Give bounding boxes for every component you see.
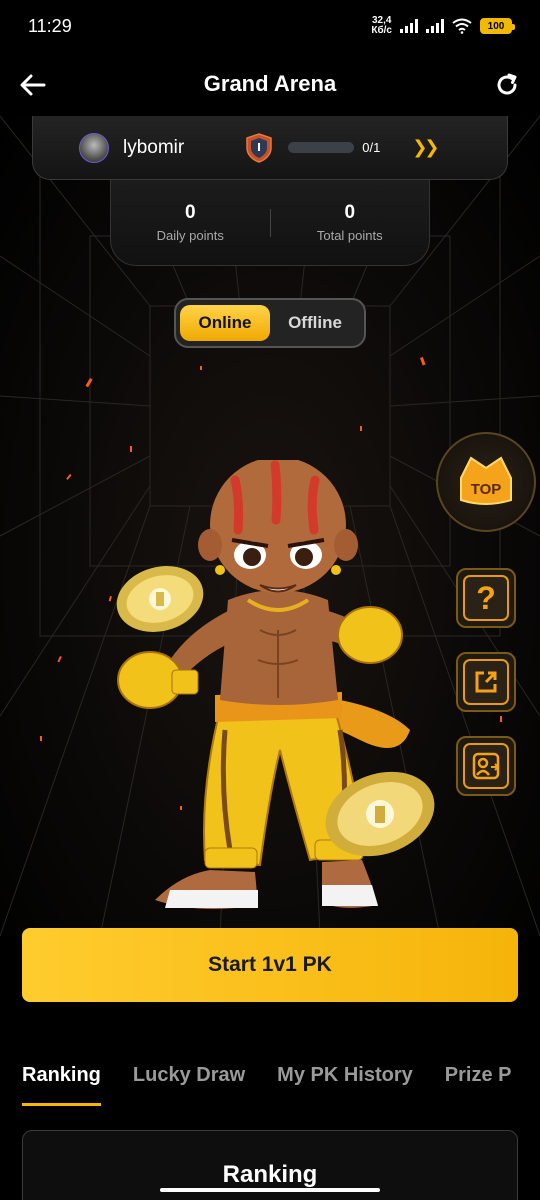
share-button[interactable] <box>456 652 516 712</box>
status-bar: 11:29 32,4 Кб/с 100 <box>0 0 540 52</box>
tab-lucky-draw[interactable]: Lucky Draw <box>133 1058 245 1106</box>
tab-ranking[interactable]: Ranking <box>22 1058 101 1106</box>
avatar[interactable] <box>79 132 109 163</box>
mode-online-button[interactable]: Online <box>180 305 270 341</box>
tab-my-pk-history[interactable]: My PK History <box>277 1058 413 1106</box>
wifi-icon <box>452 18 472 34</box>
ranking-title: Ranking <box>222 1161 318 1188</box>
share-icon <box>475 671 497 693</box>
back-arrow-icon <box>20 74 46 96</box>
top-label: TOP <box>471 481 502 498</box>
battery-icon: 100 <box>480 18 515 34</box>
daily-points-label: Daily points <box>156 228 224 243</box>
network-speed-unit: Кб/с <box>371 25 392 36</box>
leaderboard-top-button[interactable]: TOP <box>436 432 536 532</box>
mode-offline-button[interactable]: Offline <box>270 305 360 341</box>
total-points-label: Total points <box>316 228 383 243</box>
daily-points-value: 0 <box>184 202 196 223</box>
player-card[interactable]: lybomir 0/1 ❯❯ <box>32 116 508 180</box>
total-points: 0 Total points <box>271 202 430 243</box>
back-button[interactable] <box>16 68 50 102</box>
coin-icon-2 <box>325 771 435 857</box>
page-title: Grand Arena <box>203 71 337 96</box>
rank-progress-text: 0/1 <box>362 140 381 155</box>
network-speed: 32,4 Кб/с <box>371 16 392 36</box>
switch-user-button[interactable] <box>456 736 516 796</box>
rank-shield-icon <box>246 132 272 163</box>
daily-points: 0 Daily points <box>111 202 270 243</box>
app-header: Grand Arena <box>0 52 540 116</box>
username: lybomir <box>123 136 185 158</box>
total-points-value: 0 <box>344 202 356 223</box>
user-switch-icon <box>472 752 500 780</box>
crown-icon: TOP <box>460 456 512 505</box>
refresh-icon <box>497 73 517 95</box>
coin-icon <box>116 566 204 632</box>
signal-icon-2 <box>426 19 444 33</box>
status-indicators: 32,4 Кб/с 100 <box>371 16 515 36</box>
section-tabs: Ranking Lucky Draw My PK History Prize P <box>22 1058 540 1108</box>
start-pk-button[interactable]: Start 1v1 PK <box>22 928 518 1002</box>
points-panel: 0 Daily points 0 Total points <box>110 180 430 266</box>
double-chevron-right-icon[interactable]: ❯❯ <box>412 137 439 158</box>
refresh-button[interactable] <box>490 68 524 102</box>
tab-prize-pool[interactable]: Prize P <box>445 1058 512 1106</box>
question-icon: ? <box>476 579 496 616</box>
rank-progress-bar <box>288 142 355 153</box>
mode-toggle[interactable]: Online Offline <box>174 298 366 348</box>
gesture-nav-bar[interactable] <box>160 1188 380 1192</box>
help-button[interactable]: ? <box>456 568 516 628</box>
signal-icon <box>400 19 418 33</box>
status-time: 11:29 <box>28 15 72 36</box>
